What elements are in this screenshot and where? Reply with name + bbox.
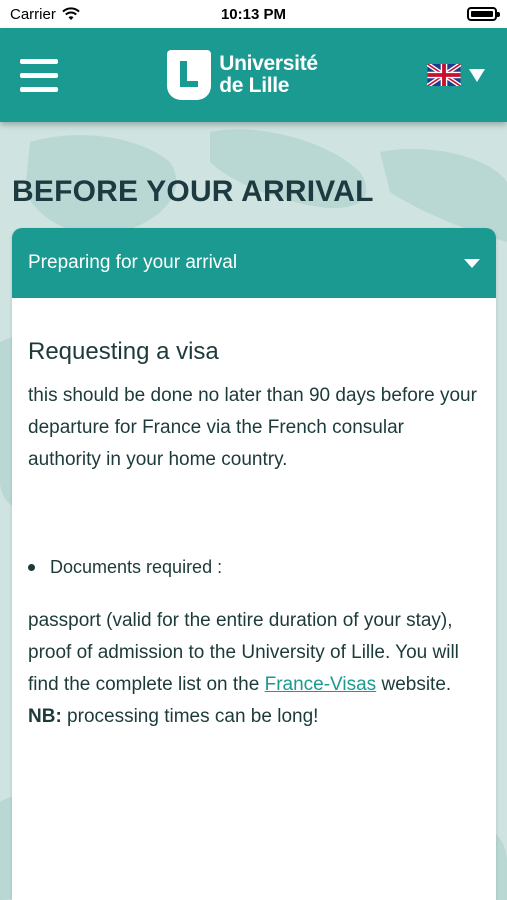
status-bar: Carrier 10:13 PM — [0, 0, 507, 28]
documents-text-mid: website. — [376, 674, 452, 695]
uk-flag-icon — [426, 64, 461, 86]
carrier-label: Carrier — [10, 5, 56, 23]
france-visas-link[interactable]: France-Visas — [265, 674, 377, 695]
logo-badge-icon — [167, 50, 212, 100]
logo-line1: Université — [219, 52, 318, 75]
section-heading: Requesting a visa — [28, 338, 219, 365]
documents-text-end: processing times can be long! — [61, 706, 319, 727]
content-card: Preparing for your arrival Requesting a … — [12, 228, 496, 900]
menu-icon[interactable] — [20, 58, 58, 92]
list-item: Documents required : — [28, 557, 480, 583]
documents-list: Documents required : — [28, 557, 480, 583]
nb-label: NB: — [28, 706, 62, 727]
page-title: BEFORE YOUR ARRIVAL — [12, 175, 374, 208]
battery-icon — [467, 7, 500, 21]
accordion-body: Requesting a visa this should be done no… — [12, 298, 496, 733]
accordion-title: Preparing for your arrival — [28, 252, 238, 273]
documents-paragraph: passport (valid for the entire duration … — [28, 605, 480, 733]
language-selector[interactable] — [426, 64, 485, 86]
chevron-down-icon — [468, 68, 485, 82]
chevron-down-icon — [464, 258, 480, 268]
app-header: Université de Lille — [0, 28, 507, 122]
visa-paragraph: this should be done no later than 90 day… — [28, 385, 477, 470]
logo-line2: de Lille — [219, 74, 290, 97]
wifi-icon — [62, 7, 80, 20]
accordion-preparing-arrival[interactable]: Preparing for your arrival — [12, 228, 496, 298]
university-logo: Université de Lille — [167, 50, 318, 100]
